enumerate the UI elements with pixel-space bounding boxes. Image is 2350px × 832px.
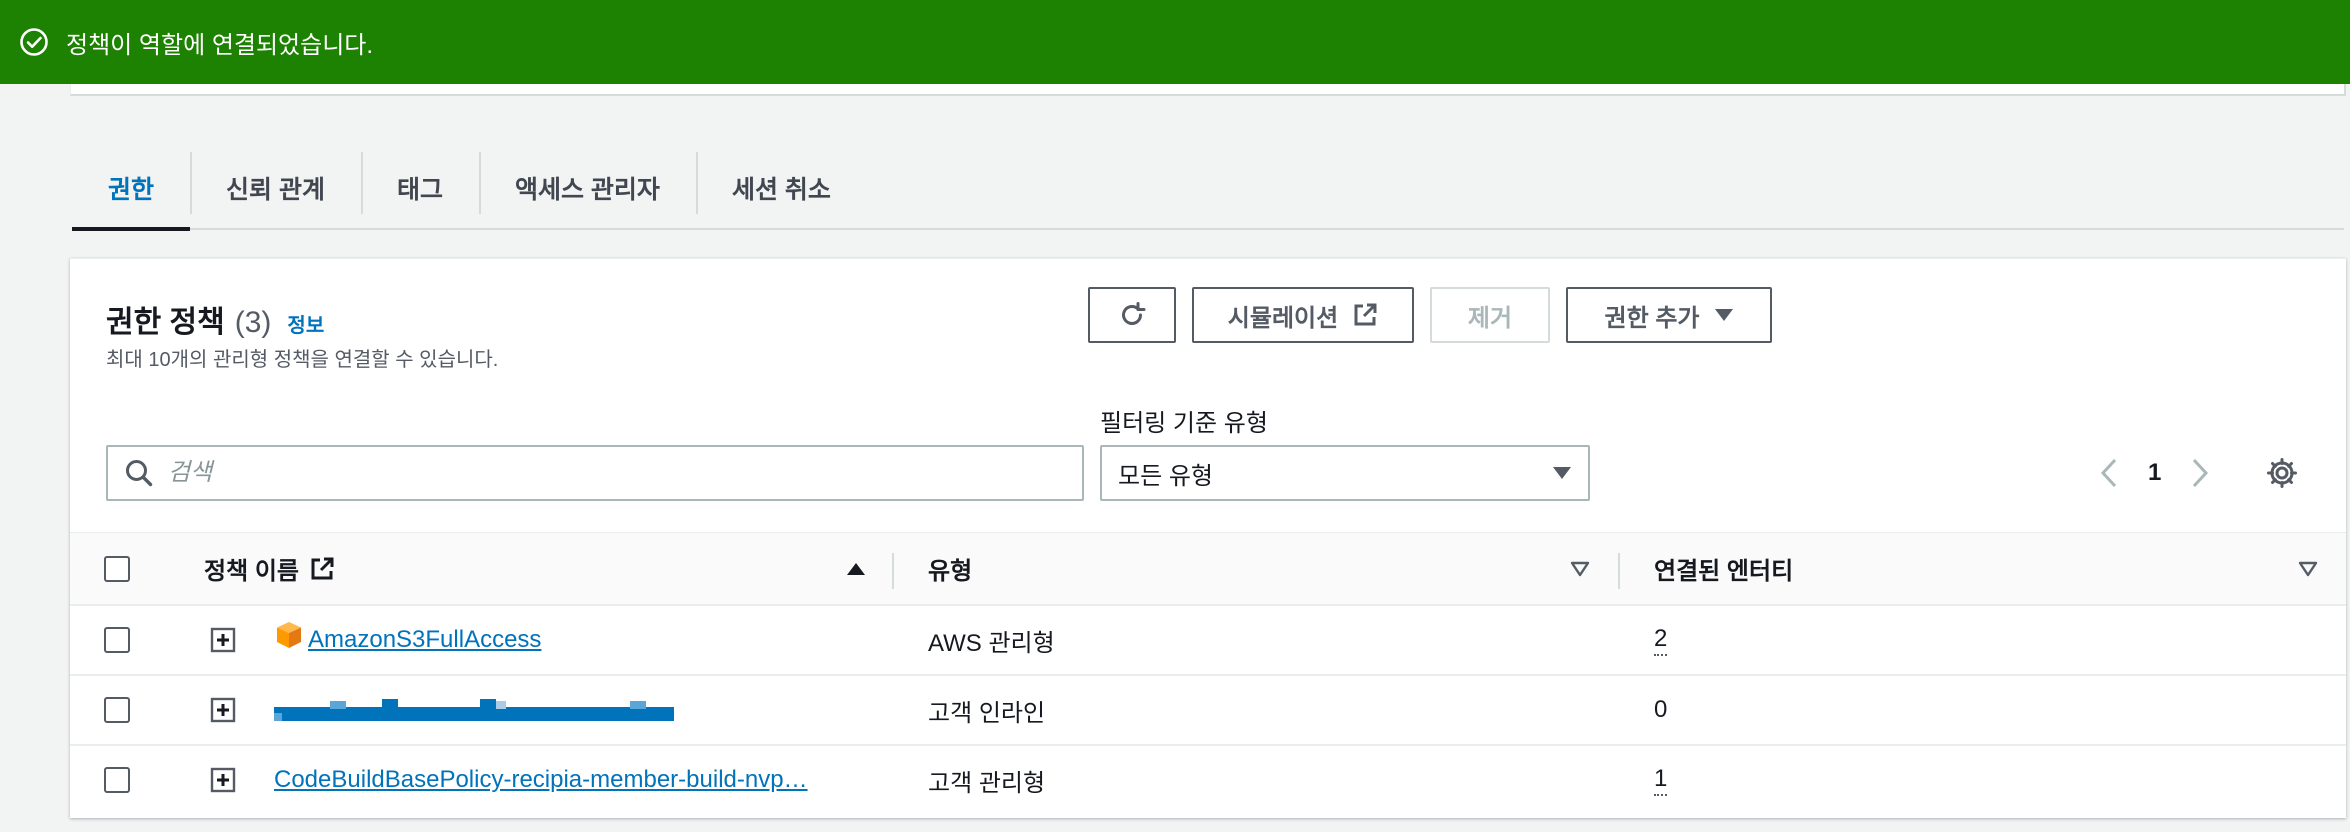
column-divider[interactable] bbox=[1618, 553, 1620, 589]
remove-button-label: 제거 bbox=[1467, 304, 1513, 332]
tab-tags[interactable]: 태그 bbox=[360, 148, 479, 228]
panel-description: 최대 10개의 관리형 정책을 연결할 수 있습니다. bbox=[106, 349, 499, 371]
chevron-left-icon[interactable] bbox=[2100, 458, 2118, 488]
tab-access-advisor[interactable]: 액세스 관리자 bbox=[478, 148, 696, 228]
tab-permissions[interactable]: 권한 bbox=[72, 148, 191, 231]
policy-type: AWS 관리형 bbox=[928, 629, 1055, 657]
permissions-policies-panel: 권한 정책 (3) 정보 최대 10개의 관리형 정책을 연결할 수 있습니다.… bbox=[70, 258, 2346, 818]
external-link-icon bbox=[1354, 303, 1377, 326]
gear-icon[interactable] bbox=[2266, 457, 2298, 489]
table-row[interactable]: 고객 인라인 0 bbox=[70, 674, 2346, 744]
redacted-policy-name[interactable] bbox=[274, 699, 674, 721]
refresh-icon bbox=[1122, 302, 1146, 325]
add-permissions-button[interactable]: 권한 추가 bbox=[1566, 287, 1772, 343]
simulate-button-label: 시뮬레이션 bbox=[1227, 304, 1339, 332]
refresh-button[interactable] bbox=[1088, 287, 1176, 343]
row-checkbox[interactable] bbox=[104, 697, 130, 723]
filter-type-select[interactable]: 모든 유형 bbox=[1100, 445, 1590, 501]
column-header-policy-name[interactable]: 정책 이름 bbox=[204, 551, 335, 586]
tab-bar: 권한 신뢰 관계 태그 액세스 관리자 세션 취소 bbox=[72, 148, 2344, 231]
search-box bbox=[106, 445, 1084, 501]
search-icon bbox=[126, 460, 153, 487]
policy-link-amazons3fullaccess[interactable]: AmazonS3FullAccess bbox=[308, 626, 541, 654]
tab-revoke-sessions[interactable]: 세션 취소 bbox=[695, 148, 867, 228]
policy-name-cell bbox=[274, 699, 674, 721]
success-flash-bar: 정책이 역할에 연결되었습니다. bbox=[0, 0, 2350, 84]
pagination: 1 bbox=[2100, 447, 2209, 499]
sort-icon[interactable] bbox=[1570, 561, 1590, 577]
attached-entities-count[interactable]: 2 bbox=[1654, 625, 1668, 656]
filter-type-label: 필터링 기준 유형 bbox=[1100, 410, 1268, 437]
select-all-checkbox[interactable] bbox=[104, 555, 130, 582]
filter-type-value: 모든 유형 bbox=[1118, 462, 1213, 490]
info-link[interactable]: 정보 bbox=[287, 309, 324, 338]
table-row[interactable]: CodeBuildBasePolicy-recipia-member-build… bbox=[70, 744, 2346, 814]
summary-card-edge bbox=[70, 84, 2346, 96]
search-input[interactable] bbox=[168, 459, 1048, 487]
row-checkbox[interactable] bbox=[104, 767, 130, 793]
add-permissions-label: 권한 추가 bbox=[1604, 304, 1700, 332]
policy-name-header-label: 정책 이름 bbox=[204, 558, 299, 585]
expand-plus-icon[interactable] bbox=[210, 627, 236, 653]
policies-table: 정책 이름 유형 연결된 엔터티 AmazonS3FullAccess AWS … bbox=[70, 532, 2346, 814]
expand-plus-icon[interactable] bbox=[210, 767, 236, 793]
aws-managed-cube-icon bbox=[277, 622, 301, 648]
tab-trust-relationships[interactable]: 신뢰 관계 bbox=[190, 148, 361, 228]
sort-icon[interactable] bbox=[2298, 561, 2318, 577]
table-header-row: 정책 이름 유형 연결된 엔터티 bbox=[70, 532, 2346, 604]
column-header-type[interactable]: 유형 bbox=[928, 551, 972, 586]
simulate-button[interactable]: 시뮬레이션 bbox=[1192, 287, 1414, 343]
attached-entities-count[interactable]: 1 bbox=[1654, 765, 1668, 796]
policy-count: (3) bbox=[234, 306, 272, 339]
policy-type: 고객 관리형 bbox=[928, 769, 1046, 797]
panel-title: 권한 정책 (3) 정보 bbox=[106, 297, 324, 341]
remove-button[interactable]: 제거 bbox=[1430, 287, 1550, 343]
flash-message: 정책이 역할에 연결되었습니다. bbox=[66, 31, 374, 59]
caret-down-icon bbox=[1553, 467, 1571, 479]
policy-name-cell: CodeBuildBasePolicy-recipia-member-build… bbox=[274, 766, 808, 794]
policy-type: 고객 인라인 bbox=[928, 699, 1046, 727]
expand-plus-icon[interactable] bbox=[210, 697, 236, 723]
policy-link-codebuildbasepolicy[interactable]: CodeBuildBasePolicy-recipia-member-build… bbox=[274, 766, 808, 794]
panel-title-text: 권한 정책 bbox=[106, 306, 225, 339]
row-checkbox[interactable] bbox=[104, 627, 130, 653]
column-header-attached-entities[interactable]: 연결된 엔터티 bbox=[1654, 551, 1793, 586]
external-link-icon bbox=[311, 557, 334, 579]
sort-ascending-icon[interactable] bbox=[846, 561, 866, 577]
table-row[interactable]: AmazonS3FullAccess AWS 관리형 2 bbox=[70, 604, 2346, 674]
check-circle-icon bbox=[18, 26, 50, 58]
current-page[interactable]: 1 bbox=[2148, 459, 2161, 487]
caret-down-icon bbox=[1714, 309, 1733, 321]
policy-name-cell: AmazonS3FullAccess bbox=[274, 622, 541, 654]
chevron-right-icon[interactable] bbox=[2191, 458, 2209, 488]
column-divider[interactable] bbox=[892, 553, 894, 589]
attached-entities-count: 0 bbox=[1654, 696, 1668, 723]
